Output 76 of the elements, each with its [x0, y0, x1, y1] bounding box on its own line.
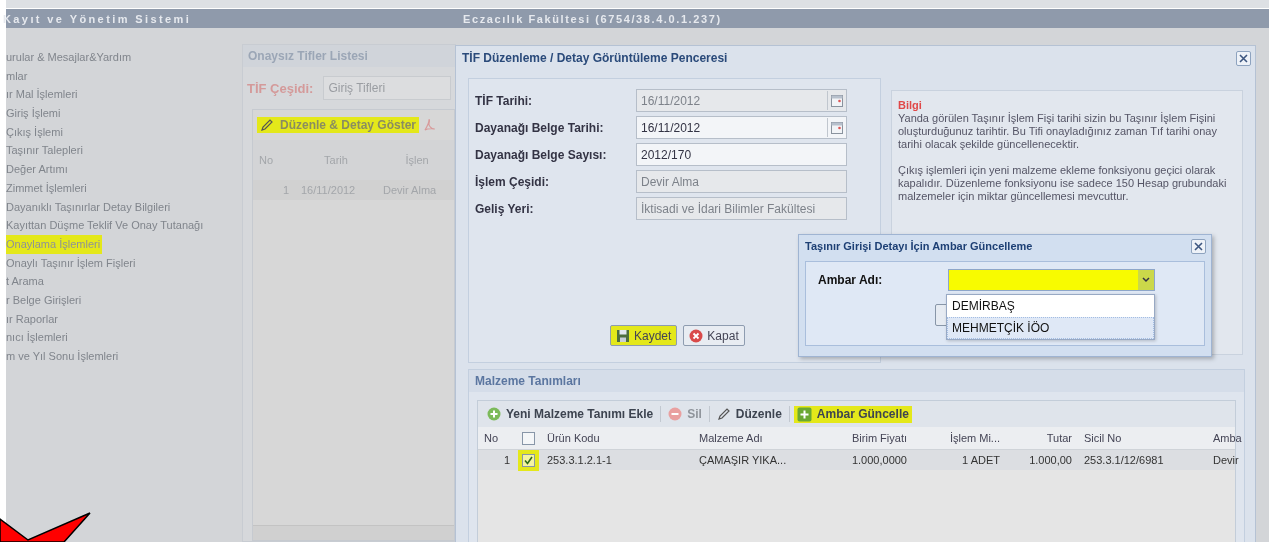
- edit-detail-button[interactable]: Düzenle & Detay Göster: [257, 117, 420, 133]
- add-icon: [487, 407, 501, 421]
- column-header[interactable]: Ürün Kodu: [541, 432, 693, 444]
- field-label: İşlem Çeşidi:: [475, 174, 551, 189]
- sidebar-item[interactable]: Taşınır Talepleri: [6, 141, 85, 161]
- column-header[interactable]: Tutar: [1006, 432, 1078, 444]
- column-header[interactable]: Sicil No: [1078, 432, 1207, 444]
- sidebar-item[interactable]: ır Raporlar: [6, 309, 60, 329]
- pdf-icon: [423, 118, 436, 132]
- table-cell-text: 1 ADET: [961, 454, 1001, 466]
- sidebar-item[interactable]: urular & Mesajlar&Yardım: [6, 48, 134, 67]
- dropdown-option[interactable]: DEMİRBAŞ: [947, 295, 1154, 317]
- field-label: Dayanağı Belge Sayısı:: [475, 147, 608, 162]
- table-cell-text: ÇAMAŞIR YIKA...: [698, 454, 788, 466]
- sidebar-item[interactable]: m ve Yıl Sonu İşlemleri: [6, 347, 121, 366]
- sidebar-item[interactable]: nıcı İşlemleri: [6, 328, 70, 347]
- horizontal-scrollbar[interactable]: [253, 525, 454, 540]
- table-cell-text: 1: [502, 454, 511, 466]
- column-header[interactable]: Amba: [1207, 432, 1247, 444]
- table-cell-text: 253.3.1.2.1-1: [546, 454, 613, 466]
- sidebar-item[interactable]: t Arama: [6, 272, 46, 291]
- sidebar-item[interactable]: Değer Artımı: [6, 160, 70, 179]
- close-button[interactable]: [1191, 238, 1206, 254]
- table-cell-text: Devir: [1212, 454, 1240, 466]
- update-button[interactable]: Ambar Güncelle: [793, 405, 912, 423]
- close-circle-icon: [689, 328, 704, 343]
- table-cell-text: 1.000,00: [1028, 454, 1073, 466]
- calendar-icon: [831, 121, 843, 134]
- edit-button[interactable]: Düzenle: [713, 406, 785, 422]
- pencil-icon: [716, 407, 731, 421]
- column-header[interactable]: Birim Fiyatı: [801, 432, 913, 444]
- filter-dropdown[interactable]: Giriş Tifleri: [323, 76, 451, 100]
- sidebar-item[interactable]: Giriş İşlemi: [6, 104, 63, 123]
- sidebar-item[interactable]: Onaylı Taşınır İşlem Fişleri: [6, 253, 138, 273]
- sidebar-item[interactable]: Kayıttan Düşme Teklif Ve Onay Tutanağı: [6, 216, 206, 235]
- info-text: Çıkış işlemleri için yeni malzeme ekleme fonksiyonu geçici olarak kapalıdır. Düzenleme fonksiyonu ise sadece 150 Hesap grubundaki malzemeler için miktar güncellemesi mevcuttur.: [898, 164, 1228, 203]
- sidebar-item[interactable]: Onaylama İşlemleri: [6, 234, 103, 254]
- field-label: Ambar Adı:: [818, 273, 883, 287]
- select-all-checkbox[interactable]: [522, 431, 535, 445]
- close-button[interactable]: [1236, 50, 1251, 66]
- dialog-title: Taşınır Girişi Detayı İçin Ambar Güncelleme: [805, 240, 1033, 252]
- plus-square-icon: [796, 406, 812, 422]
- table-cell-text: 253.3.1/12/6981: [1083, 454, 1165, 466]
- sidebar-item[interactable]: mlar: [6, 66, 30, 86]
- pencil-icon: [260, 118, 274, 132]
- sidebar-item[interactable]: r Belge Girişleri: [6, 290, 84, 310]
- table-cell-text: 1.000,0000: [850, 454, 908, 466]
- column-header[interactable]: Malzeme Adı: [693, 432, 801, 444]
- filter-label: TİF Çeşidi:: [247, 80, 314, 96]
- field-label: Dayanağı Belge Tarihi:: [475, 120, 605, 135]
- field-label: Geliş Yeri:: [475, 201, 535, 216]
- check-icon: [524, 455, 533, 465]
- info-text: Yanda görülen Taşınır İşlem Fişi tarihi sizin bu Taşınır İşlem Fişini oluşturduğunuz tarihtir. Bu Tifi onayladığınız zaman Tıf tarihi onay tarihi olacak şekilde güncellenecektir.: [898, 112, 1218, 151]
- window-title: TİF Düzenleme / Detay Görüntüleme Penceresi: [462, 51, 728, 65]
- sidebar-item[interactable]: Çıkış İşlemi: [6, 122, 65, 142]
- close-button[interactable]: Kapat: [683, 325, 745, 346]
- input-field[interactable]: 2012/170: [636, 143, 847, 166]
- add-button[interactable]: Yeni Malzeme Tanımı Ekle: [484, 406, 657, 422]
- info-title: Bilgi: [898, 99, 923, 112]
- column-header[interactable]: İşlem Mi...: [913, 432, 1006, 444]
- close-icon: [1239, 53, 1248, 63]
- date-field[interactable]: 16/11/2012: [636, 116, 847, 139]
- sidebar-item[interactable]: Zimmet İşlemleri: [6, 178, 89, 198]
- panel-title: Malzeme Tanımları: [469, 370, 1244, 392]
- close-icon: [1194, 241, 1203, 251]
- field-label: TİF Tarihi:: [475, 93, 534, 108]
- sidebar-item[interactable]: Dayanıklı Taşınırlar Detay Bilgileri: [6, 197, 173, 217]
- dropdown-option[interactable]: MEHMETÇİK İÖO: [947, 317, 1154, 339]
- unit-name: Eczacılık Fakültesi (6754/38.4.0.1.237): [463, 12, 722, 25]
- calendar-icon: [831, 94, 843, 107]
- column-header[interactable]: No: [478, 432, 516, 444]
- caret-icon: [1142, 277, 1150, 283]
- sidebar-item[interactable]: ır Mal İşlemleri: [6, 85, 80, 105]
- dropdown-field[interactable]: [948, 269, 1155, 291]
- save-button[interactable]: Kaydet: [610, 325, 678, 346]
- remove-icon: [668, 407, 683, 421]
